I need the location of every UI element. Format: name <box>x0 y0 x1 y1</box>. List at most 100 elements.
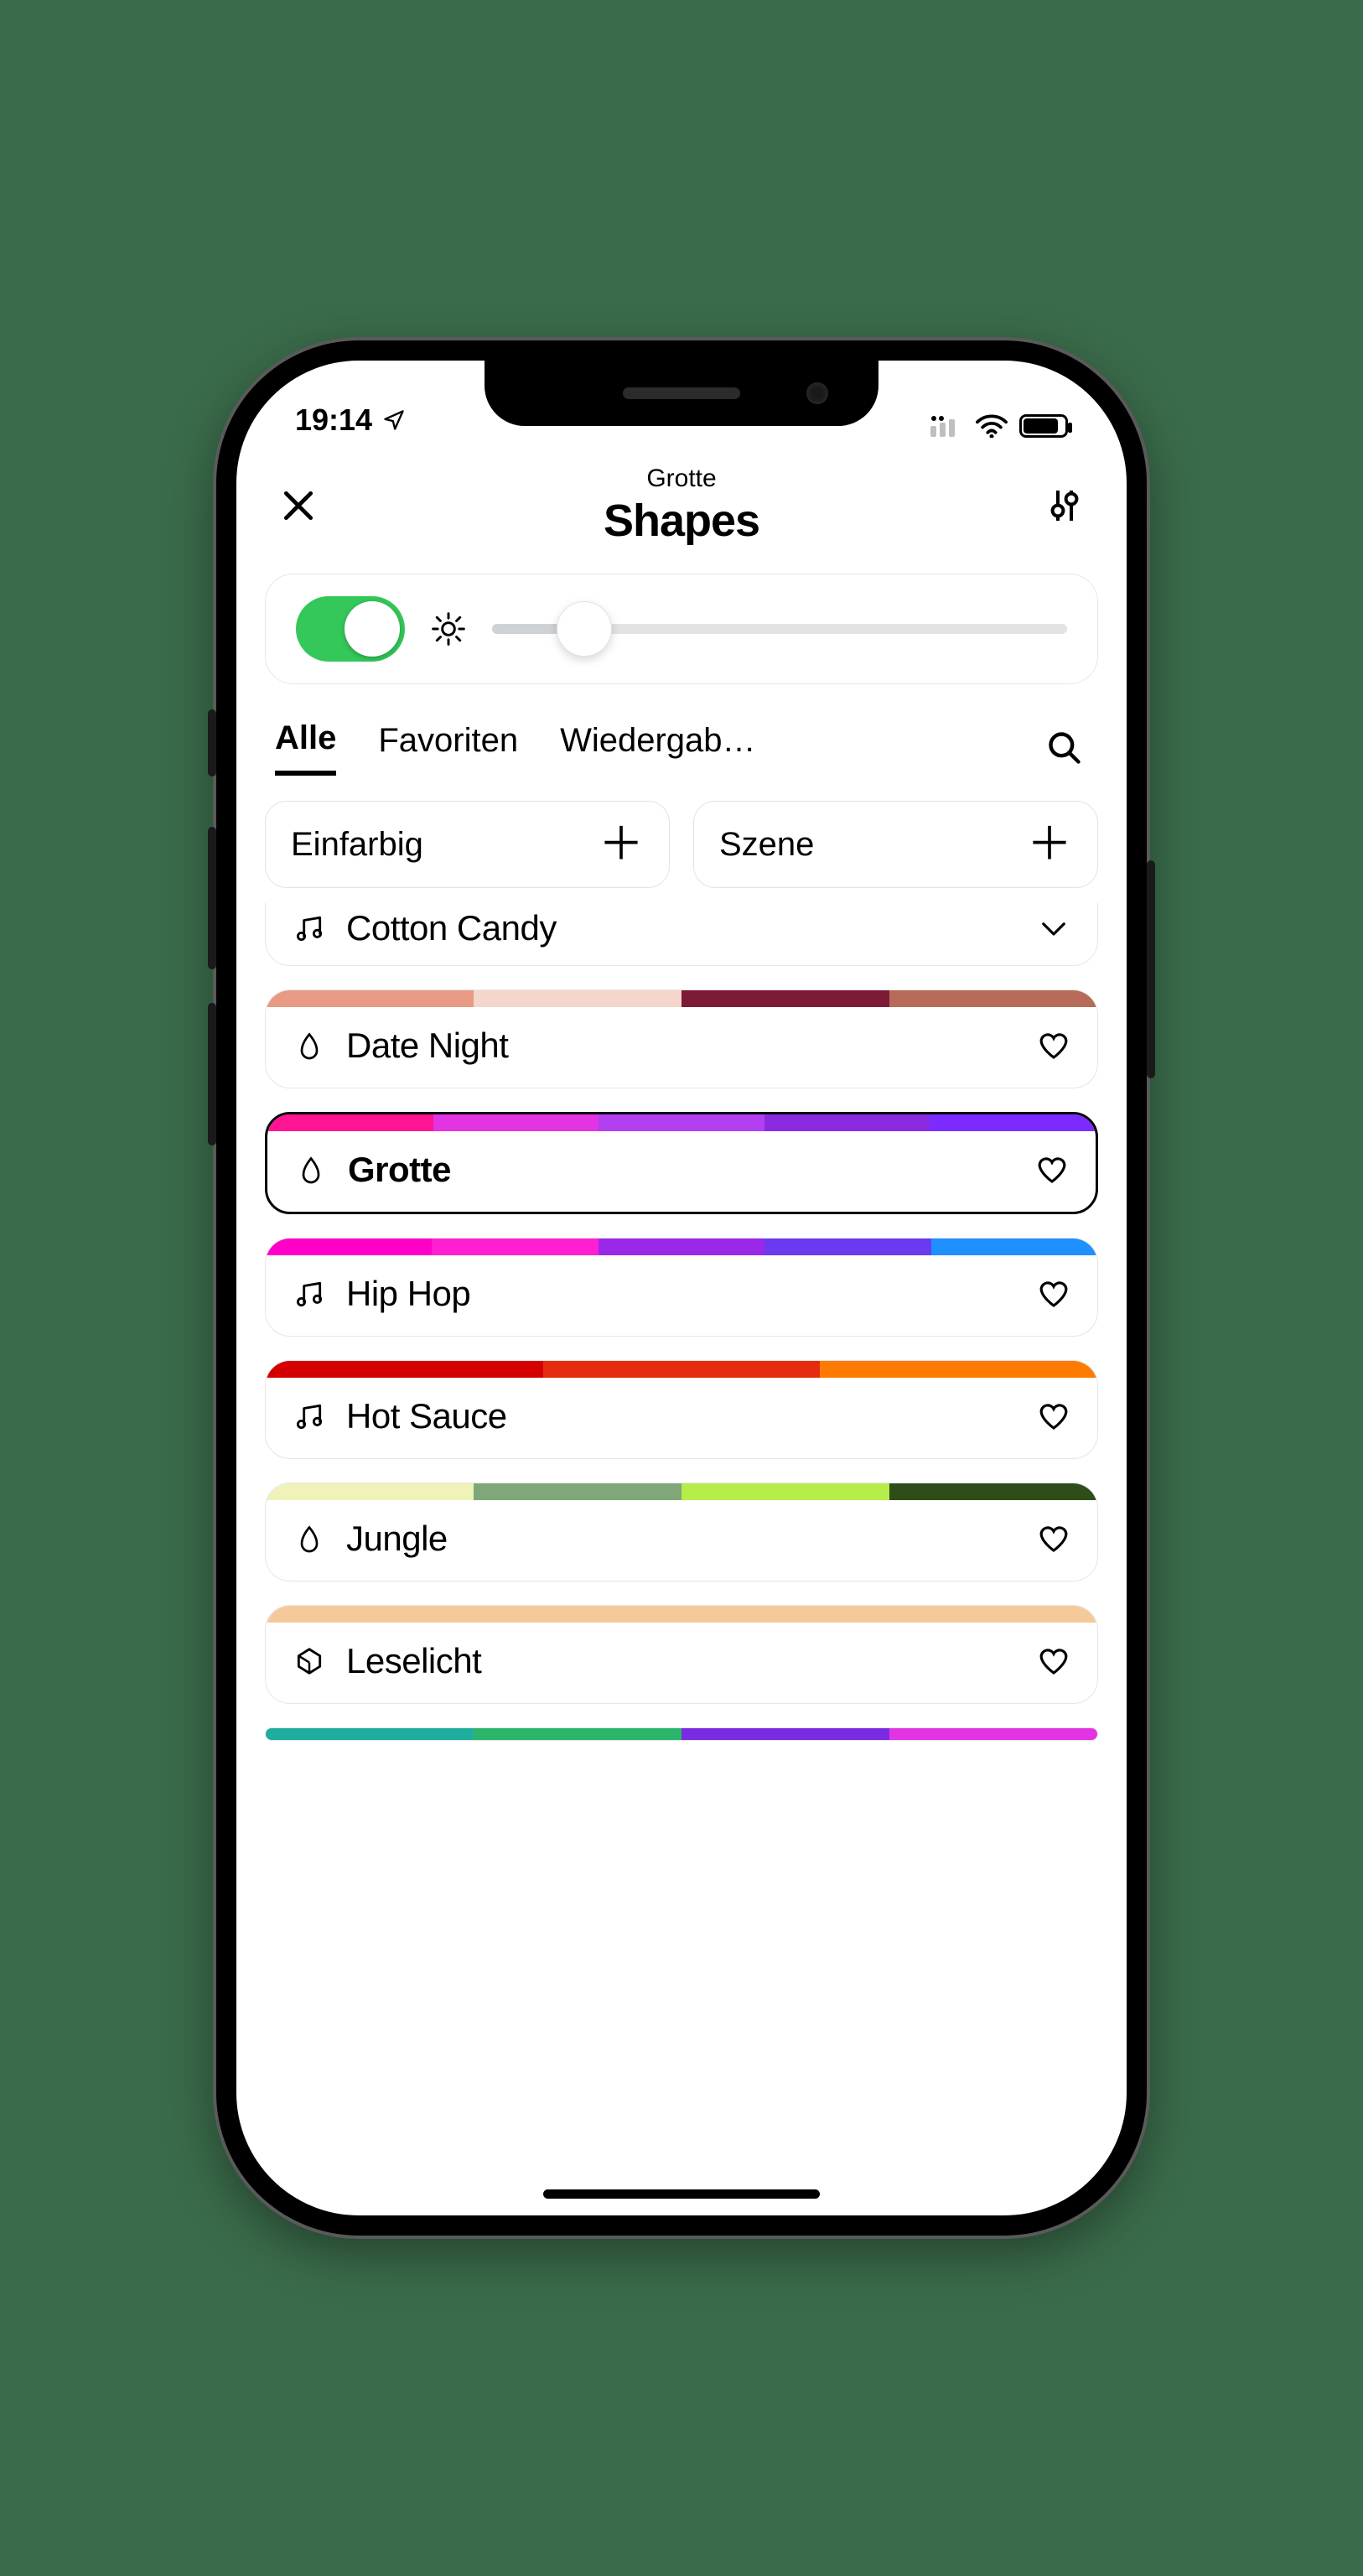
power-toggle[interactable] <box>296 596 405 662</box>
speaker-grille <box>623 387 740 399</box>
favorite-button[interactable] <box>1035 1643 1072 1680</box>
static-icon <box>291 1643 328 1680</box>
close-icon <box>280 487 317 524</box>
scene-name: Cotton Candy <box>346 908 1017 948</box>
color-stripe <box>266 1239 1097 1255</box>
color-segment <box>432 1239 598 1255</box>
color-segment <box>764 1114 930 1131</box>
color-segment <box>682 1483 889 1500</box>
chip-label: Einfarbig <box>291 826 423 864</box>
scene-card[interactable]: Date Night <box>265 989 1098 1088</box>
signal-icon <box>930 415 964 437</box>
motion-icon <box>291 1027 328 1064</box>
side-button-power <box>1147 860 1155 1078</box>
color-stripe <box>266 1483 1097 1500</box>
chip-scene[interactable]: Szene ＋ <box>693 801 1098 888</box>
front-camera <box>806 382 828 404</box>
color-segment <box>820 1361 1097 1378</box>
favorite-button[interactable] <box>1034 1151 1070 1188</box>
screen: 19:14 <box>236 361 1127 2215</box>
status-time: 19:14 <box>295 402 372 438</box>
color-stripe <box>267 1114 1096 1131</box>
chevron-down-icon[interactable] <box>1035 910 1072 947</box>
scene-row: Hip Hop <box>266 1255 1097 1336</box>
favorite-button[interactable] <box>1035 1398 1072 1435</box>
color-segment <box>764 1239 930 1255</box>
favorite-button[interactable] <box>1035 1520 1072 1557</box>
color-segment <box>930 1114 1096 1131</box>
motion-icon <box>291 1520 328 1557</box>
color-stripe <box>266 1728 1097 1740</box>
side-button-volume-down <box>208 1003 216 1145</box>
header: Grotte Shapes <box>236 444 1127 558</box>
color-segment <box>266 1483 474 1500</box>
color-segment <box>266 990 474 1007</box>
scene-card[interactable]: Leselicht <box>265 1605 1098 1704</box>
color-segment <box>433 1114 599 1131</box>
chip-row: Einfarbig ＋ Szene ＋ <box>236 776 1127 905</box>
music-icon <box>291 1275 328 1312</box>
scene-name: Leselicht <box>346 1641 1017 1681</box>
color-segment <box>599 1114 764 1131</box>
settings-button[interactable] <box>1041 482 1088 529</box>
scene-row: Cotton Candy <box>266 903 1097 965</box>
side-button-silence <box>208 709 216 776</box>
color-segment <box>266 1606 1097 1623</box>
scene-card[interactable] <box>265 1727 1098 1741</box>
color-segment <box>599 1239 764 1255</box>
scene-row: Grotte <box>267 1131 1096 1212</box>
color-segment <box>474 990 682 1007</box>
wifi-icon <box>976 414 1008 438</box>
color-segment <box>543 1361 821 1378</box>
motion-icon <box>293 1151 329 1188</box>
color-segment <box>931 1239 1097 1255</box>
color-stripe <box>266 990 1097 1007</box>
brightness-card <box>265 574 1098 684</box>
tab-playlists[interactable]: Wiedergab… <box>560 722 755 773</box>
scene-card[interactable]: Jungle <box>265 1483 1098 1581</box>
color-segment <box>267 1114 433 1131</box>
location-icon <box>382 408 406 432</box>
scene-name: Grotte <box>348 1150 1015 1190</box>
favorite-button[interactable] <box>1035 1275 1072 1312</box>
tab-all[interactable]: Alle <box>275 719 336 776</box>
scene-row: Date Night <box>266 1007 1097 1088</box>
color-stripe <box>266 1361 1097 1378</box>
phone-frame: 19:14 <box>216 340 1147 2236</box>
scene-name: Hot Sauce <box>346 1396 1017 1436</box>
color-segment <box>889 990 1097 1007</box>
color-segment <box>889 1483 1097 1500</box>
scene-card[interactable]: Hot Sauce <box>265 1360 1098 1459</box>
side-button-volume-up <box>208 827 216 969</box>
brightness-slider[interactable] <box>492 624 1067 634</box>
scene-card[interactable]: Grotte <box>265 1112 1098 1214</box>
color-stripe <box>266 1606 1097 1623</box>
close-button[interactable] <box>275 482 322 529</box>
scene-row: Jungle <box>266 1500 1097 1581</box>
search-icon <box>1046 730 1083 766</box>
color-segment <box>266 1361 543 1378</box>
favorite-button[interactable] <box>1035 1027 1072 1064</box>
brightness-icon <box>430 610 467 647</box>
scene-card[interactable]: Cotton Candy <box>265 903 1098 966</box>
sliders-icon <box>1044 486 1085 526</box>
notch <box>485 361 878 426</box>
color-segment <box>266 1239 432 1255</box>
scene-name: Jungle <box>346 1519 1017 1559</box>
plus-icon: ＋ <box>599 822 644 867</box>
battery-icon <box>1019 414 1068 438</box>
scene-name: Date Night <box>346 1026 1017 1066</box>
music-icon <box>291 1398 328 1435</box>
home-indicator <box>543 2189 820 2199</box>
search-button[interactable] <box>1041 724 1088 771</box>
color-segment <box>474 1483 682 1500</box>
tab-favorites[interactable]: Favoriten <box>378 722 518 773</box>
chip-label: Szene <box>719 826 814 864</box>
scene-name: Hip Hop <box>346 1274 1017 1314</box>
music-icon <box>291 910 328 947</box>
brightness-thumb[interactable] <box>557 602 611 656</box>
header-subtitle: Grotte <box>322 465 1041 493</box>
scene-card[interactable]: Hip Hop <box>265 1238 1098 1337</box>
tabs: Alle Favoriten Wiedergab… <box>236 684 1127 776</box>
chip-single-color[interactable]: Einfarbig ＋ <box>265 801 670 888</box>
